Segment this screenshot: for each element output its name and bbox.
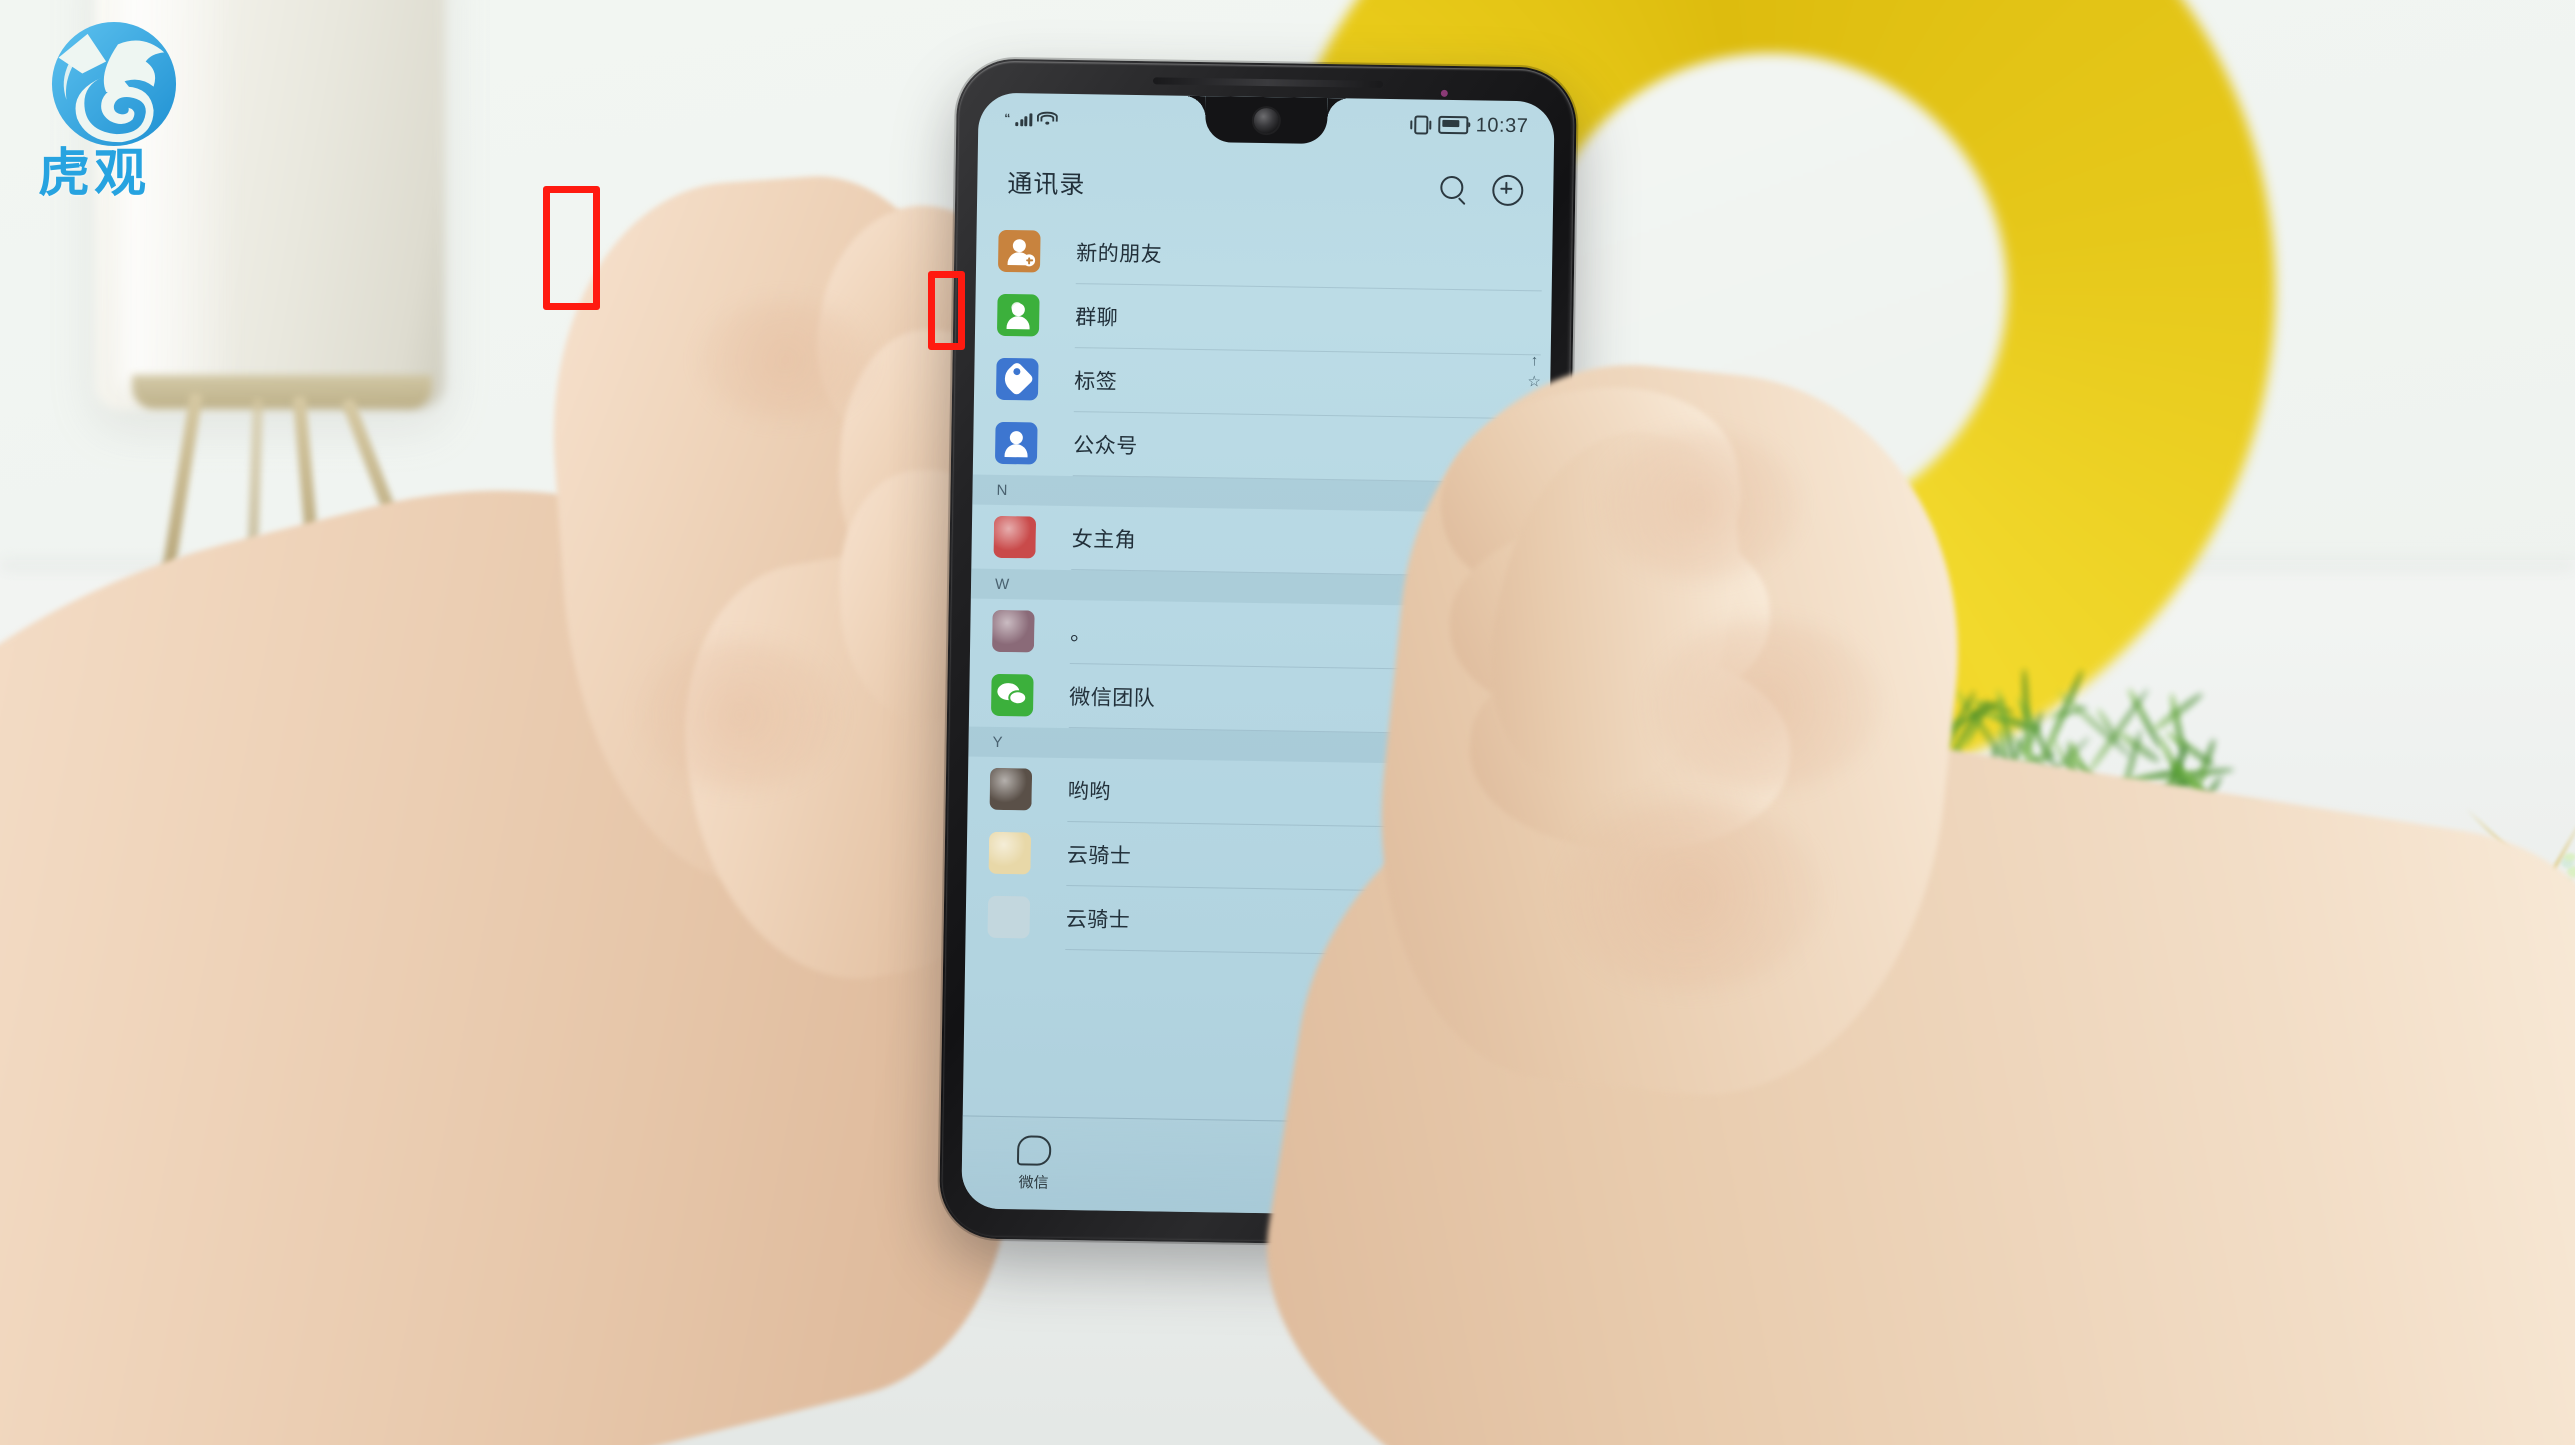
search-icon[interactable] — [1440, 176, 1466, 202]
avatar-photo — [990, 768, 1033, 811]
app-header: 通讯录 — [977, 149, 1554, 224]
contact-name: 云骑士 — [1066, 903, 1131, 934]
contact-name: 群聊 — [1075, 301, 1118, 332]
contact-row[interactable]: 新的朋友 — [976, 219, 1553, 292]
scene-photo: “ 10:37 通讯录 新的朋友 群聊 标签 公众号 N 女主角 W 。 微信团… — [0, 0, 2575, 1445]
status-bar: “ 10:37 — [978, 101, 1554, 144]
tab-wechat[interactable]: 微信 — [961, 1116, 1106, 1210]
contact-row[interactable]: 标签 — [974, 347, 1551, 420]
contact-name: 公众号 — [1073, 429, 1138, 460]
wechat-team-icon — [991, 674, 1034, 717]
avatar-photo — [992, 610, 1035, 653]
contact-row[interactable]: 群聊 — [975, 283, 1552, 356]
battery-icon — [1439, 116, 1469, 134]
watermark-logo: 虎观 — [38, 18, 218, 206]
tab-wechat-label: 微信 — [1018, 1171, 1048, 1192]
tab-placeholder-2[interactable] — [1105, 1119, 1250, 1213]
avatar-photo — [988, 832, 1031, 875]
contact-name: 云骑士 — [1067, 839, 1132, 870]
add-contact-icon[interactable] — [1492, 174, 1523, 205]
tiger-head-logo — [46, 18, 182, 150]
volume-button-highlight — [928, 271, 965, 350]
new-friend-icon — [998, 230, 1041, 273]
earpiece-speaker — [1153, 77, 1383, 88]
contact-name: 女主角 — [1072, 523, 1137, 554]
group-chat-icon — [997, 294, 1040, 337]
signal-quote-glyph: “ — [1004, 114, 1010, 122]
chat-bubble-icon — [1017, 1135, 1051, 1166]
signal-bars-icon — [1015, 111, 1032, 126]
index-letter[interactable]: ↑ — [1531, 351, 1539, 371]
tag-icon — [996, 358, 1039, 401]
contact-name: 。 — [1070, 617, 1092, 647]
watermark-text: 虎观 — [38, 146, 214, 202]
contact-name: 哟哟 — [1068, 775, 1111, 806]
contact-name: 新的朋友 — [1076, 237, 1162, 268]
status-clock: 10:37 — [1476, 114, 1529, 138]
avatar-placeholder — [987, 896, 1030, 939]
vibrate-icon — [1411, 115, 1432, 134]
wifi-icon — [1039, 112, 1056, 125]
contact-name: 微信团队 — [1069, 681, 1155, 712]
avatar-photo — [993, 516, 1036, 559]
power-button-highlight — [543, 186, 600, 310]
sensor-dot — [1441, 90, 1448, 97]
page-title: 通讯录 — [1007, 164, 1086, 201]
official-account-icon — [995, 422, 1038, 465]
contact-name: 标签 — [1074, 365, 1117, 396]
